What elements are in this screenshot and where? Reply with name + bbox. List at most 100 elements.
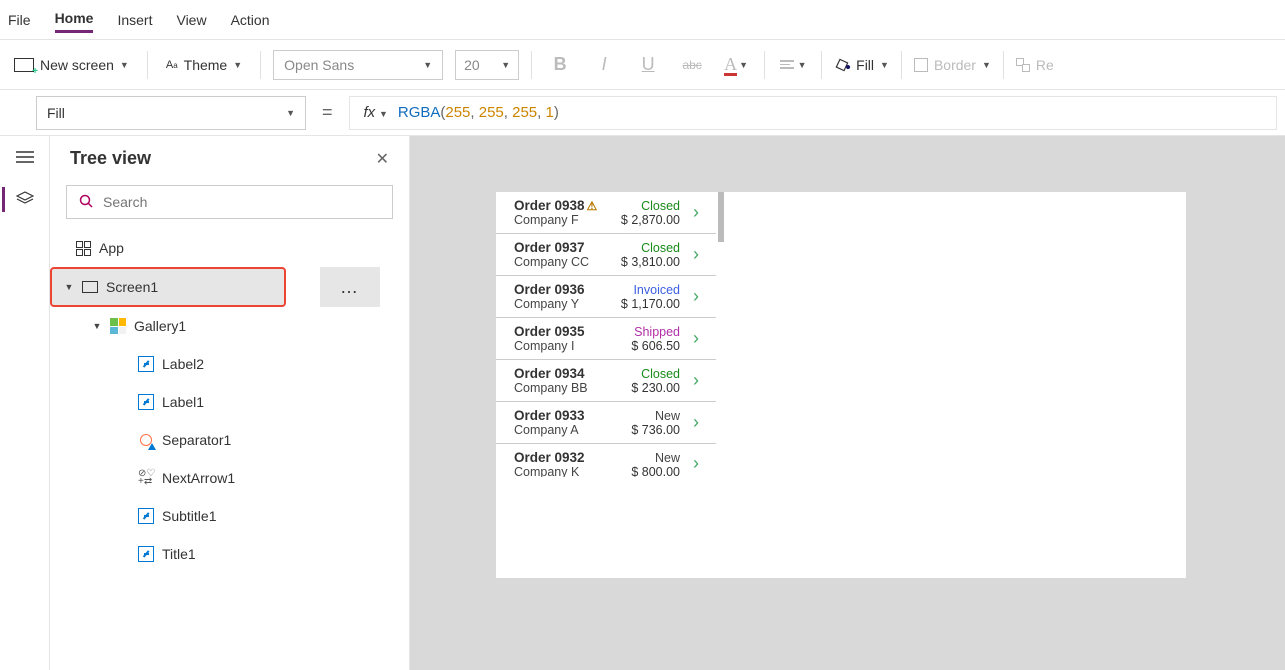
tree-node-nextarrow1[interactable]: ⊘♡+⇄ NextArrow1 <box>50 459 409 497</box>
font-size-select[interactable]: 20 ▼ <box>455 50 519 80</box>
strikethrough-button[interactable]: abc <box>676 50 708 80</box>
tree-view-panel: Tree view ✕ App ▼ Screen1 … <box>50 136 410 670</box>
gallery-icon <box>110 318 126 334</box>
chevron-right-icon[interactable]: › <box>686 453 706 474</box>
tree-label: Title1 <box>162 546 196 562</box>
align-button[interactable]: ▼ <box>777 50 809 80</box>
gallery-row[interactable]: Order 0938⚠ClosedCompany F$ 2,870.00› <box>496 192 716 234</box>
formula-bar: Fill ▼ = fx ▼ RGBA(255, 255, 255, 1) <box>0 90 1285 136</box>
new-screen-icon <box>14 58 34 72</box>
font-family-value: Open Sans <box>284 57 354 73</box>
chevron-right-icon[interactable]: › <box>686 328 706 349</box>
reorder-button[interactable]: Re <box>1016 57 1054 73</box>
border-button[interactable]: Border ▼ <box>914 57 991 73</box>
theme-button[interactable]: Aa Theme ▼ <box>166 57 242 73</box>
tree-node-gallery1[interactable]: ▼ Gallery1 <box>50 307 409 345</box>
chevron-right-icon[interactable]: › <box>686 412 706 433</box>
menu-home[interactable]: Home <box>55 6 94 33</box>
theme-icon: Aa <box>166 59 178 71</box>
menu-view[interactable]: View <box>176 8 206 32</box>
menu-file[interactable]: File <box>8 8 31 32</box>
reorder-icon <box>1016 58 1030 72</box>
label-icon <box>138 508 154 524</box>
order-amount: $ 2,870.00 <box>621 213 680 227</box>
tree-node-separator1[interactable]: Separator1 <box>50 421 409 459</box>
order-amount: $ 606.50 <box>631 339 680 353</box>
gallery-row[interactable]: Order 0935ShippedCompany I$ 606.50› <box>496 318 716 360</box>
font-color-button[interactable]: A ▼ <box>720 50 752 80</box>
tree-node-screen1[interactable]: ▼ Screen1 <box>50 267 286 307</box>
order-title: Order 0935 <box>514 324 625 339</box>
tree-label: Separator1 <box>162 432 231 448</box>
fill-button[interactable]: Fill ▼ <box>834 57 889 73</box>
chevron-down-icon: ▼ <box>423 60 432 70</box>
screen-preview[interactable]: Order 0938⚠ClosedCompany F$ 2,870.00›Ord… <box>496 192 1186 578</box>
chevron-right-icon[interactable]: › <box>686 202 706 223</box>
tree-node-label1[interactable]: Label1 <box>50 383 409 421</box>
gallery-row[interactable]: Order 0933NewCompany A$ 736.00› <box>496 402 716 444</box>
tree-node-title1[interactable]: Title1 <box>50 535 409 573</box>
chevron-right-icon[interactable]: › <box>686 370 706 391</box>
gallery-row[interactable]: Order 0937ClosedCompany CC$ 3,810.00› <box>496 234 716 276</box>
order-status: Invoiced <box>621 283 680 297</box>
hamburger-icon[interactable] <box>16 150 34 167</box>
property-selector[interactable]: Fill ▼ <box>36 96 306 130</box>
order-status: Closed <box>631 367 680 381</box>
order-amount: $ 800.00 <box>631 465 680 477</box>
tree-node-app[interactable]: App <box>50 229 409 267</box>
menu-action[interactable]: Action <box>231 8 270 32</box>
app-icon <box>76 241 91 256</box>
chevron-right-icon[interactable]: › <box>686 286 706 307</box>
theme-label: Theme <box>184 57 228 73</box>
tree-search-input[interactable] <box>66 185 393 219</box>
order-status: Closed <box>621 199 680 213</box>
order-company: Company BB <box>514 381 625 395</box>
gallery-preview[interactable]: Order 0938⚠ClosedCompany F$ 2,870.00›Ord… <box>496 192 716 479</box>
chevron-down-icon: ▼ <box>120 60 129 70</box>
nextarrow-icon: ⊘♡+⇄ <box>138 470 154 486</box>
tree-node-more-button[interactable]: … <box>320 267 380 307</box>
tree-node-subtitle1[interactable]: Subtitle1 <box>50 497 409 535</box>
italic-button[interactable]: I <box>588 50 620 80</box>
order-amount: $ 1,170.00 <box>621 297 680 311</box>
new-screen-button[interactable]: New screen ▼ <box>14 57 129 73</box>
order-title: Order 0937 <box>514 240 615 255</box>
canvas-area[interactable]: Order 0938⚠ClosedCompany F$ 2,870.00›Ord… <box>410 136 1285 670</box>
scrollbar[interactable] <box>718 192 724 242</box>
gallery-row[interactable]: Order 0936 Invoiced Company Y $ 1,170.00 › <box>496 276 716 318</box>
order-company: Company Y <box>514 297 615 311</box>
caret-icon: ▼ <box>64 282 74 292</box>
left-rail <box>0 136 50 670</box>
chevron-down-icon: ▼ <box>982 60 991 70</box>
search-icon <box>79 194 93 211</box>
search-field[interactable] <box>103 194 380 210</box>
close-icon[interactable]: ✕ <box>376 149 389 169</box>
order-title: Order 0936 <box>514 282 615 297</box>
order-company: Company K <box>514 465 625 477</box>
gallery-row[interactable]: Order 0934ClosedCompany BB$ 230.00› <box>496 360 716 402</box>
rail-tree-view[interactable] <box>16 185 34 214</box>
underline-button[interactable]: U <box>632 50 664 80</box>
bold-button[interactable]: B <box>544 50 576 80</box>
order-company: Company F <box>514 213 615 227</box>
new-screen-label: New screen <box>40 57 114 73</box>
order-amount: $ 736.00 <box>631 423 680 437</box>
font-family-select[interactable]: Open Sans ▼ <box>273 50 443 80</box>
caret-icon: ▼ <box>92 321 102 331</box>
tree-node-label2[interactable]: Label2 <box>50 345 409 383</box>
chevron-right-icon[interactable]: › <box>686 244 706 265</box>
fill-icon <box>832 54 853 75</box>
formula-input[interactable]: fx ▼ RGBA(255, 255, 255, 1) <box>349 96 1277 130</box>
font-size-value: 20 <box>464 57 480 73</box>
border-label: Border <box>934 57 976 73</box>
tree-label: Gallery1 <box>134 318 186 334</box>
ribbon: New screen ▼ Aa Theme ▼ Open Sans ▼ 20 ▼… <box>0 40 1285 90</box>
gallery-row[interactable]: Order 0932NewCompany K$ 800.00› <box>496 444 716 479</box>
order-company: Company A <box>514 423 625 437</box>
layers-icon <box>16 191 34 205</box>
order-status: New <box>631 451 680 465</box>
order-title: Order 0933 <box>514 408 625 423</box>
label-icon <box>138 394 154 410</box>
menu-insert[interactable]: Insert <box>117 8 152 32</box>
fx-label: fx ▼ <box>364 104 388 122</box>
